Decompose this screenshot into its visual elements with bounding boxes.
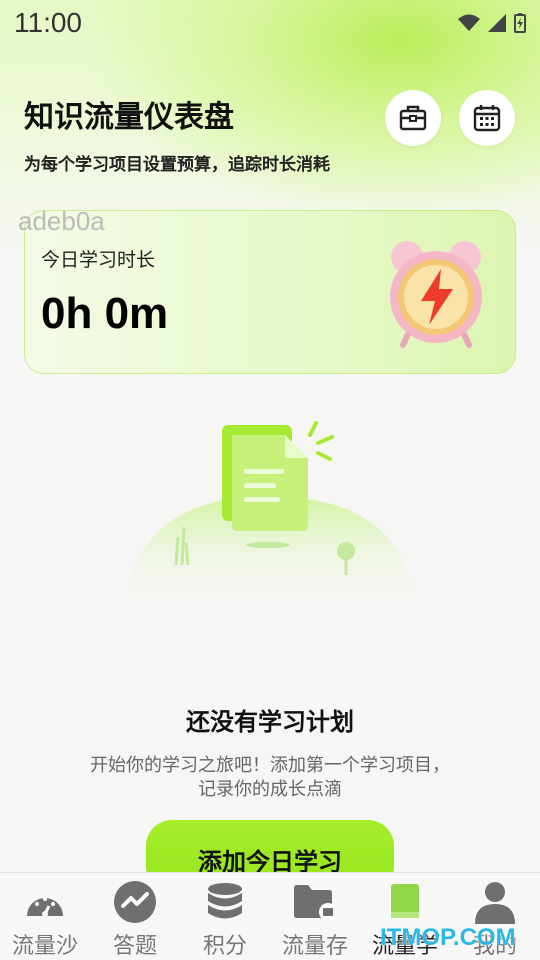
status-time: 11:00 [14, 7, 82, 38]
trend-icon [112, 879, 158, 924]
status-bar: 11:00 [0, 0, 540, 46]
empty-state-illustration [120, 415, 420, 615]
person-icon [472, 879, 518, 924]
empty-state-desc-line1: 开始你的学习之旅吧！添加第一个学习项目， [90, 755, 450, 776]
briefcase-button[interactable] [385, 90, 441, 146]
briefcase-icon [399, 105, 427, 131]
alarm-clock-icon [381, 233, 491, 353]
nav-label: 答题 [112, 934, 157, 959]
coins-icon [202, 879, 248, 924]
book-icon [382, 879, 428, 924]
nav-item-traffic-sand[interactable]: 流量沙 [0, 873, 90, 960]
nav-label: 积分 [202, 934, 247, 959]
overlay-watermark: adeb0a [18, 206, 105, 236]
today-study-label: 今日学习时长 [41, 249, 156, 271]
nav-item-quiz[interactable]: 答题 [90, 873, 180, 960]
gauge-icon [22, 879, 68, 924]
empty-state-desc-line2: 记录你的成长点滴 [198, 779, 342, 800]
nav-item-traffic-store[interactable]: 流量存 [270, 873, 360, 960]
nav-label: 流量沙 [11, 934, 78, 959]
nav-item-points[interactable]: 积分 [180, 873, 270, 960]
site-watermark: ITMOP.COM [380, 924, 516, 951]
battery-icon [514, 13, 526, 33]
calendar-icon [473, 105, 501, 132]
status-icons [458, 13, 526, 33]
signal-icon [488, 14, 506, 32]
calendar-button[interactable] [459, 90, 515, 146]
page-title: 知识流量仪表盘 [24, 100, 234, 135]
page-subtitle: 为每个学习项目设置预算，追踪时长消耗 [24, 155, 330, 175]
folder-icon [292, 879, 338, 924]
nav-label: 流量存 [281, 934, 348, 959]
empty-state-description: 开始你的学习之旅吧！添加第一个学习项目， 记录你的成长点滴 [0, 754, 540, 802]
empty-state-title: 还没有学习计划 [186, 708, 354, 736]
wifi-icon [458, 14, 480, 31]
today-study-value: 0h 0m [41, 289, 169, 338]
